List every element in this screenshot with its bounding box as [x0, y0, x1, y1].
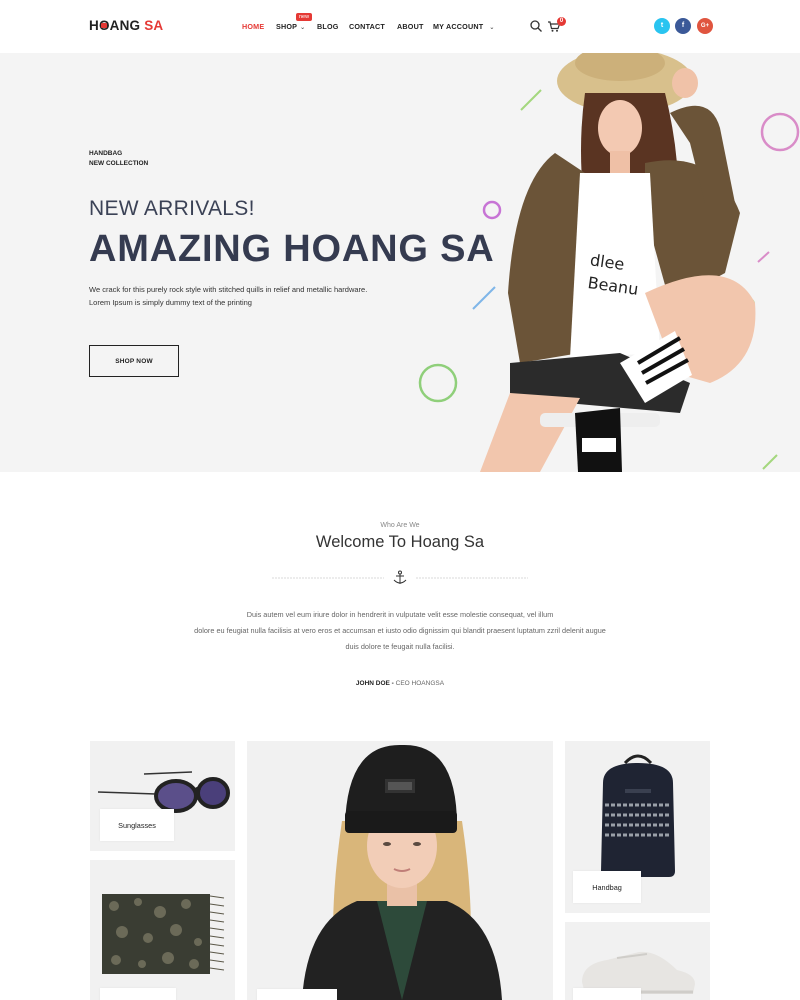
about-text: Duis autem vel eum iriure dolor in hendr… — [194, 610, 606, 651]
tile-label-sunglasses: Sunglasses — [100, 809, 174, 841]
anchor-divider — [272, 570, 528, 584]
tile-label-handbag: Handbag — [573, 871, 641, 903]
tile-label-featured — [257, 989, 337, 1000]
nav-contact[interactable]: CONTACT — [349, 22, 385, 31]
featured-model-image — [302, 744, 502, 1000]
about-signature: JOHN DOE - CEO HOANGSA — [355, 680, 445, 687]
chevron-down-icon: ⌄ — [489, 25, 495, 31]
logo-o: O — [99, 18, 110, 33]
logo[interactable]: HOANG SA — [89, 18, 163, 33]
nav-my-account[interactable]: MY ACCOUNT ⌄ — [433, 22, 495, 31]
twitter-icon[interactable]: t — [654, 18, 670, 34]
cart-count-badge: 0 — [557, 17, 566, 26]
new-badge: new — [296, 13, 313, 21]
handbag-image — [601, 754, 675, 877]
scarf-image — [102, 894, 225, 974]
product-tile-shoes[interactable] — [565, 922, 710, 1000]
product-tile-featured[interactable] — [247, 741, 553, 1000]
about-title: Welcome To Hoang Sa — [315, 533, 485, 551]
anchor-icon — [393, 570, 407, 584]
nav-blog[interactable]: BLOG — [317, 22, 339, 31]
about-eyebrow: Who Are We — [380, 522, 420, 529]
nav-about[interactable]: ABOUT — [397, 22, 424, 31]
nav-home[interactable]: HOME — [242, 22, 264, 31]
facebook-icon[interactable]: f — [675, 18, 691, 34]
chevron-down-icon: ⌄ — [300, 25, 306, 31]
site-header: HOANG SA HOME SHOP⌄ new BLOG CONTACT ABO… — [0, 0, 800, 53]
search-icon[interactable] — [529, 19, 543, 33]
hero-model-image: dlee Beanu — [480, 53, 756, 472]
product-tile-scarf[interactable] — [90, 860, 235, 1000]
product-tile-sunglasses[interactable]: Sunglasses — [90, 741, 235, 851]
tile-label-scarf — [100, 988, 176, 1000]
hero-banner: HANDBAG NEW COLLECTION NEW ARRIVALS! AMA… — [0, 53, 800, 472]
tile-label-shoes — [573, 988, 641, 1000]
product-tile-handbag[interactable]: Handbag — [565, 741, 710, 913]
nav-shop[interactable]: SHOP ⌄ — [276, 22, 305, 31]
google-plus-icon[interactable]: G+ — [697, 18, 713, 34]
